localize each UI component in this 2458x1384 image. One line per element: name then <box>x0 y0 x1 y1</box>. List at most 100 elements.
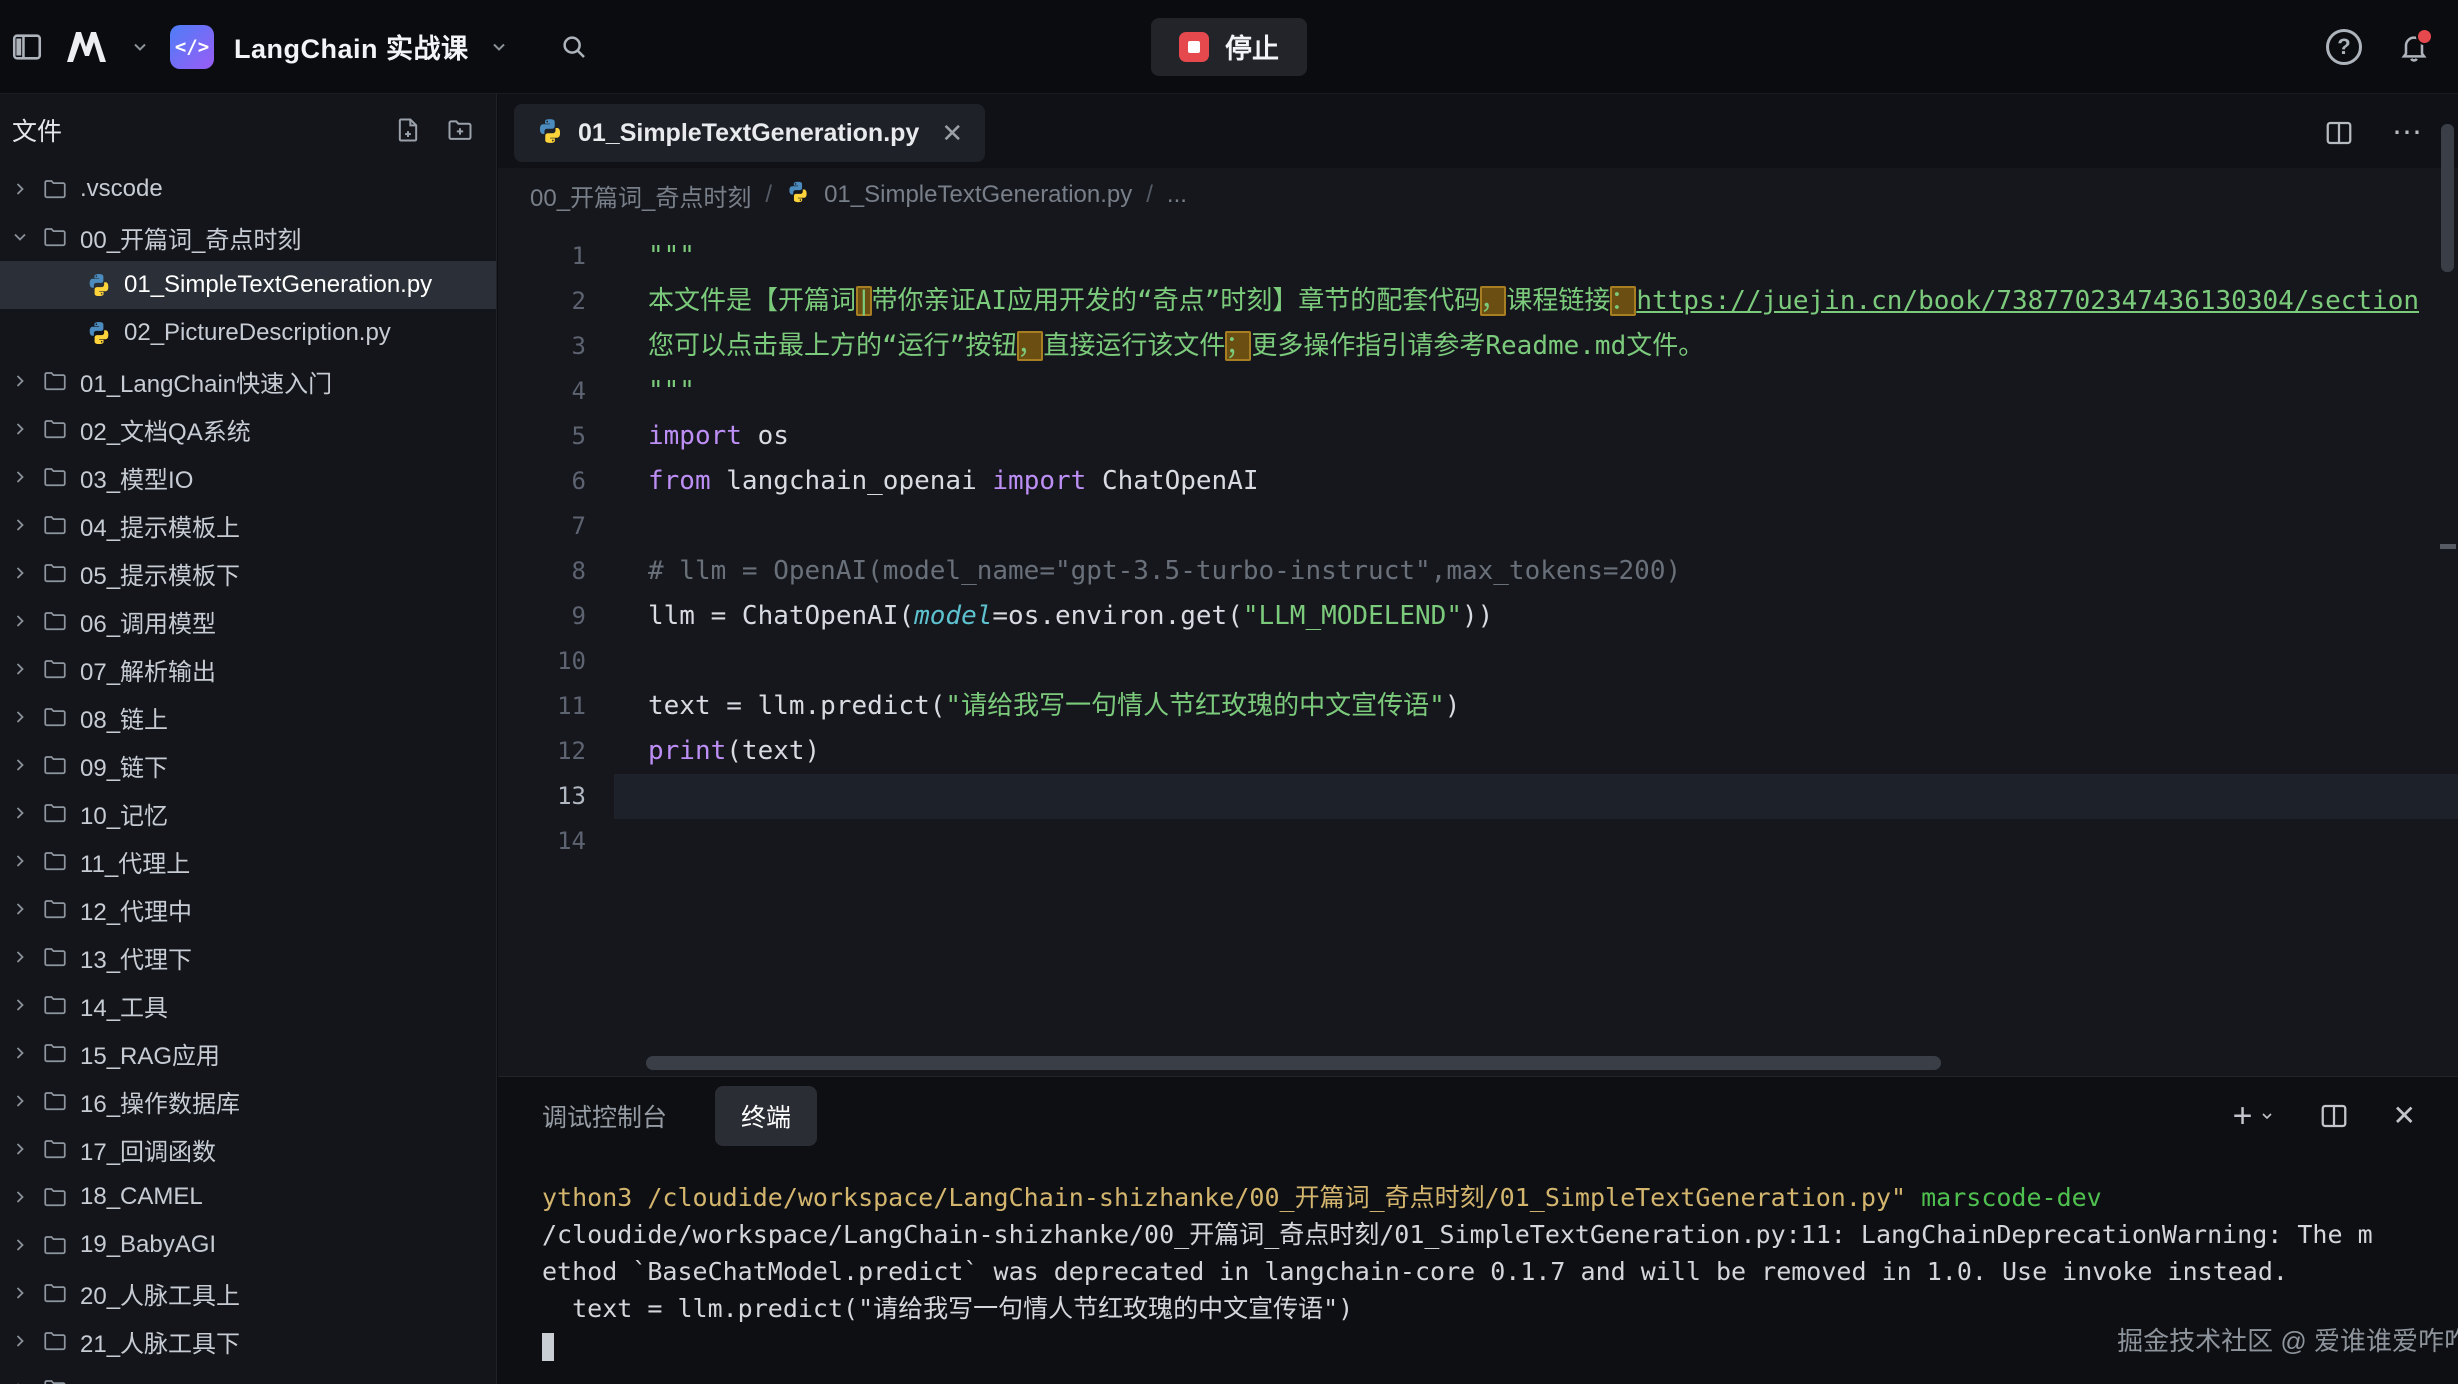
tree-folder-item[interactable]: 05_提示模板下 <box>0 549 496 597</box>
folder-icon <box>42 512 80 538</box>
project-title[interactable]: LangChain 实战课 <box>234 27 469 66</box>
line-number: 10 <box>498 639 614 684</box>
breadcrumb-more[interactable]: ... <box>1167 181 1187 209</box>
tree-folder-item[interactable]: 06_调用模型 <box>0 597 496 645</box>
folder-icon <box>42 416 80 442</box>
horizontal-scrollbar[interactable] <box>620 1056 2418 1070</box>
code-line[interactable]: 6from langchain_openai import ChatOpenAI <box>498 459 2458 504</box>
code-line[interactable]: 14 <box>498 819 2458 864</box>
code-editor[interactable]: 1 """ 2本文件是【开篇词|带你亲证AI应用开发的“奇点”时刻】章节的配套代码，… <box>498 222 2458 1076</box>
editor-tab-active[interactable]: 01_SimpleTextGeneration.py ✕ <box>514 104 985 162</box>
code-token: =os.environ.get( <box>992 601 1242 631</box>
tree-folder-item[interactable]: 00_开篇词_奇点时刻 <box>0 213 496 261</box>
chevron-right-icon <box>10 1235 42 1255</box>
code-line[interactable]: 8# llm = OpenAI(model_name="gpt-3.5-turb… <box>498 549 2458 594</box>
tree-folder-item[interactable]: 08_链上 <box>0 693 496 741</box>
vertical-scrollbar-thumb[interactable] <box>2441 124 2454 272</box>
folder-icon <box>42 704 80 730</box>
tree-folder-item[interactable]: 13_代理下 <box>0 933 496 981</box>
code-line[interactable]: 4""" <box>498 369 2458 414</box>
code-token: "LLM_MODELEND" <box>1243 601 1462 631</box>
stop-button[interactable]: 停止 <box>1151 18 1307 76</box>
code-text: from langchain_openai import ChatOpenAI <box>614 459 2458 504</box>
file-explorer-sidebar: 文件 .vscode00_开篇词_奇点时刻01_SimpleTextGenera… <box>0 94 497 1384</box>
code-line[interactable]: 9llm = ChatOpenAI(model=os.environ.get("… <box>498 594 2458 639</box>
close-panel-icon[interactable]: ✕ <box>2393 1102 2416 1130</box>
new-terminal-button[interactable]: + <box>2233 1099 2275 1133</box>
tree-folder-item[interactable]: 16_操作数据库 <box>0 1077 496 1125</box>
code-token: 更多操作指引请参考Readme.md文件。 <box>1251 331 1704 361</box>
tree-folder-item[interactable]: 19_BabyAGI <box>0 1221 496 1269</box>
tree-folder-item[interactable]: 04_提示模板上 <box>0 501 496 549</box>
tab-terminal[interactable]: 终端 <box>715 1086 817 1146</box>
code-token: ) <box>1445 691 1461 721</box>
tree-item-label: 18_CAMEL <box>80 1183 203 1211</box>
code-text: print(text) <box>614 729 2458 774</box>
code-text: """ <box>614 369 2458 414</box>
tree-folder-item[interactable]: 07_解析输出 <box>0 645 496 693</box>
code-line[interactable]: 3您可以点击最上方的“运行”按钮，直接运行该文件；更多操作指引请参考Readme… <box>498 324 2458 369</box>
tree-folder-item[interactable]: 02_文档QA系统 <box>0 405 496 453</box>
tree-folder-item[interactable]: 12_代理中 <box>0 885 496 933</box>
folder-icon <box>42 1376 80 1384</box>
code-token: # llm = OpenAI(model_name="gpt-3.5-turbo… <box>648 556 1681 586</box>
breadcrumb-folder[interactable]: 00_开篇词_奇点时刻 <box>530 178 751 213</box>
code-token: "请给我写一句情人节红玫瑰的中文宣传语" <box>945 691 1444 721</box>
tree-folder-item[interactable]: 11_代理上 <box>0 837 496 885</box>
tree-item-label: 07_解析输出 <box>80 652 216 687</box>
sidebar-toggle-icon[interactable] <box>10 30 44 64</box>
tree-file-item[interactable]: 01_SimpleTextGeneration.py <box>0 261 496 309</box>
chevron-right-icon <box>10 1043 42 1063</box>
code-token: ， <box>1480 286 1506 316</box>
tree-folder-item[interactable]: 17_回调函数 <box>0 1125 496 1173</box>
tree-item-label: .vscode <box>80 175 163 203</box>
terminal-text: /cloudide/workspace/LangChain-shizhanke/… <box>542 1220 2373 1249</box>
notifications-bell-icon[interactable] <box>2398 31 2430 63</box>
line-number: 1 <box>498 234 614 279</box>
vertical-scrollbar[interactable] <box>2436 94 2458 1384</box>
split-editor-icon[interactable] <box>2324 118 2354 148</box>
chevron-down-icon[interactable] <box>489 37 509 57</box>
line-number: 13 <box>498 774 614 819</box>
panel-header: 调试控制台 终端 + ✕ <box>498 1077 2458 1155</box>
code-line[interactable]: 10 <box>498 639 2458 684</box>
tree-folder-item[interactable]: 20_人脉工具上 <box>0 1269 496 1317</box>
more-actions-icon[interactable]: ⋯ <box>2392 118 2424 148</box>
code-line[interactable]: 11text = llm.predict("请给我写一句情人节红玫瑰的中文宣传语… <box>498 684 2458 729</box>
tab-debug-console[interactable]: 调试控制台 <box>542 1098 667 1134</box>
tree-folder-item[interactable]: 10_记忆 <box>0 789 496 837</box>
tree-folder-item[interactable]: 14_工具 <box>0 981 496 1029</box>
new-file-icon[interactable] <box>394 116 422 144</box>
chevron-down-icon[interactable] <box>130 37 150 57</box>
tree-folder-item[interactable]: 01_LangChain快速入门 <box>0 357 496 405</box>
tree-folder-item[interactable]: 15_RAG应用 <box>0 1029 496 1077</box>
marscode-logo-icon[interactable] <box>64 29 110 65</box>
code-line[interactable]: 12print(text) <box>498 729 2458 774</box>
tree-item-label: 15_RAG应用 <box>80 1036 220 1071</box>
bottom-panel: 调试控制台 终端 + ✕ ython3 /cloudide/workspace/… <box>498 1076 2458 1384</box>
tree-item-label: 19_BabyAGI <box>80 1231 216 1259</box>
tab-close-icon[interactable]: ✕ <box>941 120 963 146</box>
code-line[interactable]: 5import os <box>498 414 2458 459</box>
code-line[interactable]: 2本文件是【开篇词|带你亲证AI应用开发的“奇点”时刻】章节的配套代码，课程链接… <box>498 279 2458 324</box>
terminal-line: /cloudide/workspace/LangChain-shizhanke/… <box>542 1216 2458 1253</box>
tree-folder-item[interactable]: 03_模型IO <box>0 453 496 501</box>
tree-folder-item[interactable]: 09_链下 <box>0 741 496 789</box>
tree-file-item[interactable]: 02_PictureDescription.py <box>0 309 496 357</box>
horizontal-scrollbar-thumb[interactable] <box>646 1056 1941 1070</box>
split-terminal-icon[interactable] <box>2319 1101 2349 1131</box>
chevron-right-icon <box>10 1379 42 1384</box>
code-line[interactable]: 1 """ <box>498 234 2458 279</box>
help-icon[interactable]: ? <box>2326 29 2362 65</box>
tree-folder-item[interactable] <box>0 1365 496 1384</box>
new-folder-icon[interactable] <box>446 116 474 144</box>
code-line[interactable]: 7 <box>498 504 2458 549</box>
search-icon[interactable] <box>559 32 589 62</box>
breadcrumb-file[interactable]: 01_SimpleTextGeneration.py <box>824 181 1132 209</box>
tree-folder-item[interactable]: 18_CAMEL <box>0 1173 496 1221</box>
tree-folder-item[interactable]: 21_人脉工具下 <box>0 1317 496 1365</box>
tree-folder-item[interactable]: .vscode <box>0 165 496 213</box>
explorer-actions <box>394 116 474 144</box>
code-token: """ <box>648 241 695 271</box>
code-line[interactable]: 13 <box>498 774 2458 819</box>
